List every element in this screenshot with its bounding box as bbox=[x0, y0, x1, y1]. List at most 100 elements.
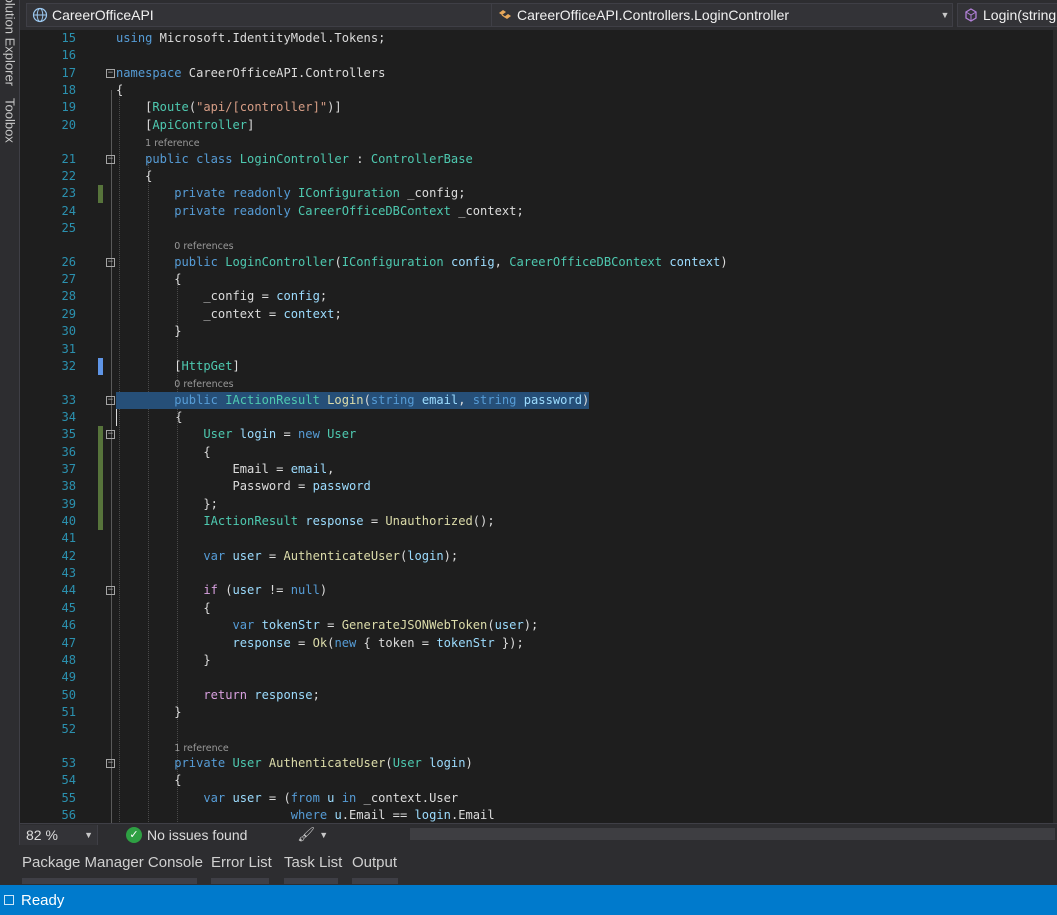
codelens-references[interactable]: 1 reference bbox=[20, 739, 1057, 756]
code-text: } bbox=[116, 652, 210, 669]
code-text: { bbox=[116, 168, 152, 185]
code-token: ControllerBase bbox=[370, 151, 473, 166]
tab-underline bbox=[352, 878, 398, 884]
solution-explorer-tab[interactable]: Solution Explorer bbox=[0, 0, 20, 86]
code-token: user bbox=[232, 583, 262, 598]
collapse-icon[interactable]: − bbox=[106, 395, 115, 405]
vertical-scrollbar[interactable] bbox=[1053, 30, 1057, 823]
line-number: 21 bbox=[61, 151, 76, 166]
codelens-references[interactable]: 1 reference bbox=[20, 134, 1057, 151]
collapse-icon[interactable]: − bbox=[106, 586, 115, 596]
code-line: 23 private readonly IConfiguration _conf… bbox=[20, 185, 1057, 203]
collapse-icon[interactable]: − bbox=[106, 68, 115, 78]
code-line: 54 { bbox=[20, 772, 1057, 789]
code-token: User bbox=[327, 427, 357, 442]
code-token: ( bbox=[363, 392, 371, 407]
method-icon bbox=[965, 8, 977, 22]
line-number: 46 bbox=[61, 618, 76, 633]
change-marker bbox=[98, 495, 103, 514]
line-number: 30 bbox=[61, 324, 76, 339]
line-number: 39 bbox=[61, 496, 76, 511]
collapse-icon[interactable]: − bbox=[106, 759, 115, 769]
chevron-down-icon: ▼ bbox=[940, 10, 950, 20]
tab-error-list[interactable]: Error List bbox=[211, 854, 272, 884]
code-token: ) bbox=[319, 583, 328, 598]
line-number: 31 bbox=[61, 341, 76, 356]
code-token: , bbox=[494, 254, 510, 269]
project-dropdown[interactable]: CareerOfficeAPI ▼ bbox=[26, 3, 504, 27]
code-token: }); bbox=[494, 635, 524, 650]
line-number: 33 bbox=[61, 392, 76, 407]
code-line: 20 [ApiController] bbox=[20, 117, 1057, 134]
code-line: 26 − public LoginController(IConfiguratio… bbox=[20, 254, 1057, 271]
code-editor[interactable]: 15 using Microsoft.IdentityModel.Tokens; 1… bbox=[20, 30, 1057, 823]
line-number: 18 bbox=[61, 83, 76, 98]
line-number: 24 bbox=[61, 203, 76, 218]
tab-task-list[interactable]: Task List bbox=[284, 854, 342, 884]
code-token: LoginController bbox=[239, 151, 349, 166]
type-dropdown[interactable]: CareerOfficeAPI.Controllers.LoginControl… bbox=[491, 3, 953, 27]
code-token: ; bbox=[334, 306, 342, 321]
code-token: }; bbox=[116, 496, 218, 511]
code-token: ] bbox=[247, 117, 255, 132]
status-text: Ready bbox=[21, 891, 65, 909]
tab-package-manager-console[interactable]: Package Manager Console bbox=[22, 854, 203, 884]
code-cleanup-button[interactable]: 🖌 ▼ bbox=[297, 826, 328, 843]
code-text: where u.Email == login.Email bbox=[116, 807, 495, 823]
main-status-bar: Ready bbox=[0, 885, 1057, 915]
codelens-references[interactable]: 0 references bbox=[20, 237, 1057, 254]
code-token: ); bbox=[443, 548, 459, 563]
collapse-icon[interactable]: − bbox=[106, 154, 115, 164]
code-token: LoginController bbox=[225, 254, 335, 269]
collapse-icon[interactable]: − bbox=[106, 257, 115, 267]
line-number: 32 bbox=[61, 358, 76, 373]
line-number: 35 bbox=[61, 427, 76, 442]
code-token: login bbox=[407, 548, 444, 563]
code-token: .Email == bbox=[341, 808, 415, 823]
line-number: 44 bbox=[61, 583, 76, 598]
code-line: 42 var user = AuthenticateUser(login); bbox=[20, 548, 1057, 565]
code-line: 17 − namespace CareerOfficeAPI.Controllers bbox=[20, 65, 1057, 82]
zoom-level: 82 % bbox=[26, 826, 58, 843]
code-line: 22 { bbox=[20, 168, 1057, 185]
member-dropdown[interactable]: Login(string email, string password) bbox=[957, 3, 1057, 27]
line-number: 23 bbox=[61, 186, 76, 201]
codelens-references[interactable]: 0 references bbox=[20, 375, 1057, 392]
code-token: ApiController bbox=[152, 117, 248, 132]
horizontal-scrollbar[interactable] bbox=[410, 828, 1055, 840]
change-marker bbox=[98, 478, 103, 496]
code-token: ( bbox=[217, 583, 233, 598]
code-line: 45 { bbox=[20, 600, 1057, 617]
zoom-dropdown[interactable]: 82 % ▼ bbox=[20, 824, 98, 845]
issues-indicator[interactable]: ✓ No issues found bbox=[126, 826, 247, 843]
code-line: 30 } bbox=[20, 323, 1057, 340]
code-text: IActionResult response = Unauthorized(); bbox=[116, 513, 495, 530]
code-token: = bbox=[261, 548, 284, 563]
code-token: tokenStr bbox=[261, 618, 320, 633]
brush-icon: 🖌 bbox=[297, 826, 316, 842]
code-token: if bbox=[203, 583, 218, 598]
code-token: new bbox=[298, 427, 320, 442]
collapse-icon[interactable]: − bbox=[106, 430, 115, 440]
code-text: var user = AuthenticateUser(login); bbox=[116, 548, 458, 565]
code-token: ] bbox=[232, 358, 240, 373]
toolbox-tab[interactable]: Toolbox bbox=[0, 90, 20, 150]
code-token: in bbox=[341, 790, 357, 805]
code-token: ; bbox=[319, 289, 328, 304]
code-token: { token = bbox=[356, 635, 437, 650]
code-token: Microsoft.IdentityModel.Tokens; bbox=[152, 31, 386, 45]
line-number: 26 bbox=[61, 254, 76, 269]
code-token: (); bbox=[472, 514, 495, 529]
codelens-label: 0 references bbox=[174, 379, 234, 391]
tab-output[interactable]: Output bbox=[352, 854, 398, 884]
code-line: 15 using Microsoft.IdentityModel.Tokens; bbox=[20, 30, 1057, 47]
